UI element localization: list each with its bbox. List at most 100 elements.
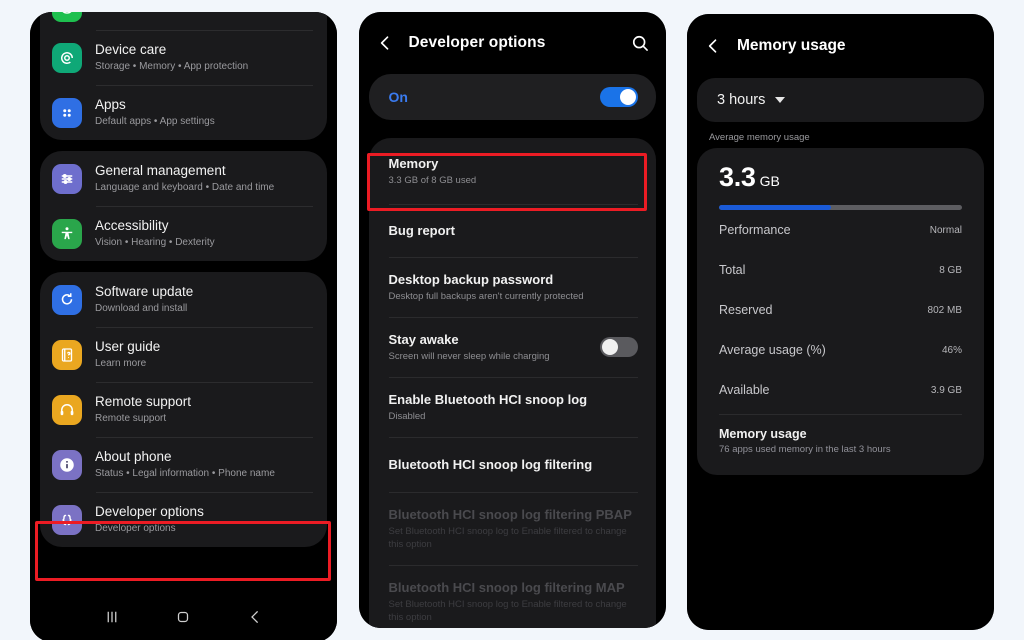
memory-stats-card: 3.3 GB Performance Normal Total 8 GB Rese… (697, 148, 984, 475)
dev-row-stay-awake[interactable]: Stay awake Screen will never sleep while… (369, 317, 656, 377)
dev-row-text: Bluetooth HCI snoop log filtering MAP Se… (389, 579, 638, 624)
sliders-icon (52, 163, 82, 194)
screenshot-stage: Screen time • App timers Device care Sto… (0, 0, 1024, 640)
settings-item-subtitle: Language and keyboard • Date and time (95, 182, 275, 193)
dev-row-bluetooth-hci-snoop-log-filtering-map: Bluetooth HCI snoop log filtering MAP Se… (369, 565, 656, 628)
settings-item-digital-wellbeing[interactable]: Screen time • App timers (40, 12, 327, 30)
stat-row-performance: Performance Normal (697, 210, 984, 250)
settings-item-apps[interactable]: Apps Default apps • App settings (40, 85, 327, 140)
settings-item-remote-support[interactable]: Remote support Remote support (40, 382, 327, 437)
system-navigation-bar (30, 596, 337, 640)
period-selector[interactable]: 3 hours (697, 78, 984, 122)
stat-row-reserved: Reserved 802 MB (697, 290, 984, 330)
settings-item-text: User guide Learn more (95, 338, 160, 371)
average-memory-usage-label: Average memory usage (709, 132, 810, 143)
settings-item-text: General management Language and keyboard… (95, 162, 274, 195)
chevron-left-icon[interactable] (375, 33, 395, 53)
settings-item-accessibility[interactable]: Accessibility Vision • Hearing • Dexteri… (40, 206, 327, 261)
master-toggle-label: On (388, 89, 408, 105)
stat-key: Total (719, 263, 746, 277)
dev-row-subtitle: Disabled (388, 411, 426, 422)
phone-panel-settings: Screen time • App timers Device care Sto… (30, 12, 337, 640)
average-memory-value: 3.3 GB (697, 156, 984, 193)
memory-usage-footer-row[interactable]: Memory usage 76 apps used memory in the … (697, 415, 984, 469)
back-icon[interactable] (246, 608, 264, 631)
dev-row-text: Bluetooth HCI snoop log filtering (389, 456, 593, 473)
search-icon[interactable] (630, 33, 650, 53)
settings-item-title: Remote support (95, 394, 192, 409)
chevron-left-icon[interactable] (703, 36, 723, 56)
stat-row-available: Available 3.9 GB (697, 370, 984, 410)
settings-item-subtitle: Screen time • App timers (95, 12, 205, 15)
dev-row-subtitle: Set Bluetooth HCI snoop log to Enable fi… (388, 599, 627, 623)
recents-icon[interactable] (103, 608, 121, 631)
settings-item-software-update[interactable]: Software update Download and install (40, 272, 327, 327)
settings-group-2: General management Language and keyboard… (40, 151, 327, 261)
settings-item-general-management[interactable]: General management Language and keyboard… (40, 151, 327, 206)
settings-item-text: Remote support Remote support (95, 393, 191, 426)
dev-row-enable-bluetooth-hci-snoop-log[interactable]: Enable Bluetooth HCI snoop log Disabled (369, 377, 656, 437)
stat-row-total: Total 8 GB (697, 250, 984, 290)
stat-value: 802 MB (927, 304, 962, 316)
stat-key: Available (719, 383, 770, 397)
stay-awake-toggle[interactable] (599, 337, 638, 357)
accessibility-icon (52, 218, 82, 249)
dev-row-subtitle: Screen will never sleep while charging (388, 351, 550, 362)
dev-row-subtitle: 3.3 GB of 8 GB used (388, 175, 477, 186)
master-toggle-switch[interactable] (599, 87, 638, 107)
settings-item-developer-options[interactable]: Developer options Developer options (40, 492, 327, 547)
dev-row-title: Bug report (388, 223, 455, 238)
memory-usage-footer-title: Memory usage (719, 427, 807, 441)
developer-options-list: Memory 3.3 GB of 8 GB used Bug report De… (368, 138, 656, 628)
settings-item-text: Device care Storage • Memory • App prote… (95, 41, 248, 74)
settings-item-text: Apps Default apps • App settings (95, 96, 215, 129)
stat-key: Average usage (%) (719, 343, 826, 357)
dev-row-bluetooth-hci-snoop-log-filtering[interactable]: Bluetooth HCI snoop log filtering (369, 437, 656, 492)
settings-item-subtitle: Vision • Hearing • Dexterity (95, 237, 215, 248)
dev-row-title: Bluetooth HCI snoop log filtering (388, 457, 593, 472)
dev-row-text: Enable Bluetooth HCI snoop log Disabled (389, 391, 588, 423)
stat-value: 3.9 GB (930, 384, 962, 396)
dev-row-text: Memory 3.3 GB of 8 GB used (389, 155, 477, 187)
dev-row-text: Bug report (389, 222, 455, 239)
settings-item-subtitle: Default apps • App settings (95, 116, 215, 127)
dev-row-title: Memory (388, 156, 439, 171)
stat-value: Normal (929, 224, 962, 236)
developer-options-master-toggle-row[interactable]: On (368, 74, 656, 120)
phone-panel-memory-usage: Memory usage 3 hours Average memory usag… (687, 14, 994, 630)
dev-row-desktop-backup-password[interactable]: Desktop backup password Desktop full bac… (369, 257, 656, 317)
stat-key: Performance (719, 223, 791, 237)
period-selector-value: 3 hours (717, 92, 766, 108)
settings-scroll-area[interactable]: Screen time • App timers Device care Sto… (30, 12, 337, 596)
stat-row-average-usage-percent: Average usage (%) 46% (697, 330, 984, 370)
home-icon[interactable] (174, 608, 192, 631)
stat-value: 46% (941, 344, 962, 356)
stat-value: 8 GB (939, 264, 962, 276)
braces-icon (52, 504, 82, 535)
dev-row-memory[interactable]: Memory 3.3 GB of 8 GB used (369, 138, 656, 204)
memory-usage-screen: Memory usage 3 hours Average memory usag… (687, 14, 994, 630)
dev-row-text: Stay awake Screen will never sleep while… (389, 331, 550, 363)
dev-row-subtitle: Set Bluetooth HCI snoop log to Enable fi… (388, 526, 627, 550)
settings-item-about-phone[interactable]: About phone Status • Legal information •… (40, 437, 327, 492)
settings-item-device-care[interactable]: Device care Storage • Memory • App prote… (40, 30, 327, 85)
settings-item-user-guide[interactable]: User guide Learn more (40, 327, 327, 382)
settings-item-title: General management (95, 163, 226, 178)
phone-panel-developer-options: Developer options On Memory 3.3 GB of 8 … (358, 12, 666, 628)
settings-item-title: Device care (95, 42, 167, 57)
settings-screen: Screen time • App timers Device care Sto… (30, 12, 337, 640)
developer-options-screen: Developer options On Memory 3.3 GB of 8 … (358, 12, 666, 628)
settings-item-text: Software update Download and install (95, 283, 193, 316)
dev-row-title: Enable Bluetooth HCI snoop log (388, 392, 588, 407)
software-update-icon (52, 284, 82, 315)
dev-row-title: Desktop backup password (388, 272, 554, 287)
settings-item-subtitle: Status • Legal information • Phone name (95, 468, 275, 479)
caret-down-icon (775, 97, 786, 103)
stat-key: Reserved (719, 303, 773, 317)
average-memory-number: 3.3 (719, 162, 756, 192)
dev-row-bug-report[interactable]: Bug report (369, 204, 656, 257)
dev-row-bluetooth-hci-snoop-log-filtering-pbap: Bluetooth HCI snoop log filtering PBAP S… (369, 492, 656, 565)
settings-item-text: About phone Status • Legal information •… (95, 448, 275, 481)
dev-row-title: Stay awake (388, 332, 459, 347)
settings-item-text: Screen time • App timers (95, 12, 205, 15)
